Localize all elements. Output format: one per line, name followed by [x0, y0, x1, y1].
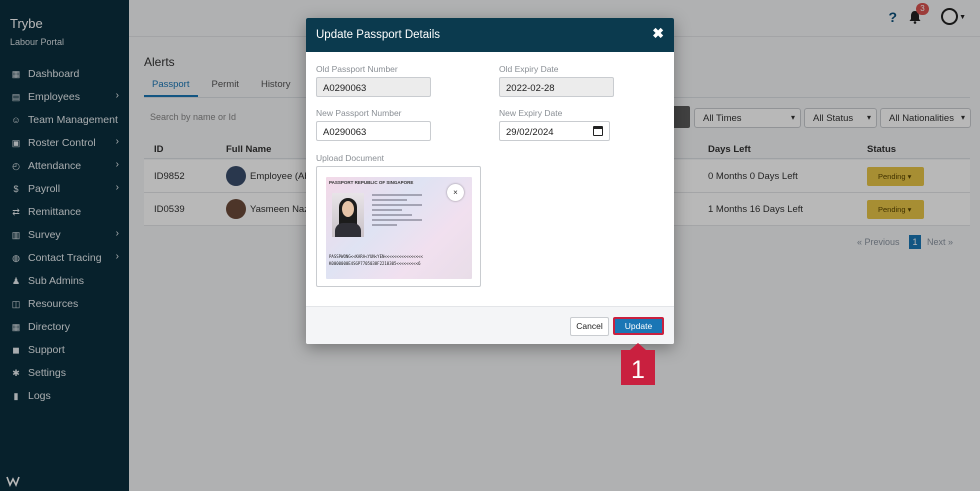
- modal-footer: Cancel Update: [306, 306, 674, 344]
- modal-title: Update Passport Details: [316, 29, 441, 41]
- calendar-icon[interactable]: [593, 126, 603, 136]
- mrz-line-1: PASSPWONG<<KARA<YUN<YEN<<<<<<<<<<<<<<<<: [329, 254, 423, 259]
- new-passport-label: New Passport Number: [316, 108, 402, 118]
- step-callout-number: 1: [631, 356, 645, 384]
- step-callout-marker: 1: [621, 343, 655, 385]
- passport-mrz: PASSPWONG<<KARA<YUN<YEN<<<<<<<<<<<<<<<< …: [329, 253, 423, 267]
- old-passport-field: A0290063: [316, 77, 431, 97]
- mrz-line-2: K0000000E4SGP7705038F2210305<<<<<<<<<6: [329, 261, 421, 266]
- new-expiry-date-field[interactable]: 29/02/2024: [499, 121, 610, 141]
- new-passport-field[interactable]: A0290063: [316, 121, 431, 141]
- passport-details: [372, 191, 422, 229]
- close-icon[interactable]: ✖: [652, 25, 664, 42]
- old-expiry-label: Old Expiry Date: [499, 64, 559, 74]
- new-expiry-value: 29/02/2024: [506, 127, 554, 138]
- update-passport-modal: Update Passport Details ✖ Old Passport N…: [306, 18, 674, 344]
- update-button[interactable]: Update: [613, 317, 664, 335]
- modal-header: Update Passport Details ✖: [306, 18, 674, 52]
- old-passport-label: Old Passport Number: [316, 64, 398, 74]
- passport-photo: [332, 193, 364, 237]
- new-expiry-label: New Expiry Date: [499, 108, 563, 118]
- old-expiry-field: 2022-02-28: [499, 77, 614, 97]
- cancel-button[interactable]: Cancel: [570, 317, 609, 336]
- upload-dropzone[interactable]: PASSPORT REPUBLIC OF SINGAPORE PASSPWONG…: [316, 166, 481, 287]
- passport-header-text: PASSPORT REPUBLIC OF SINGAPORE: [329, 180, 414, 185]
- remove-image-button[interactable]: ×: [447, 184, 464, 201]
- upload-label: Upload Document: [316, 153, 385, 163]
